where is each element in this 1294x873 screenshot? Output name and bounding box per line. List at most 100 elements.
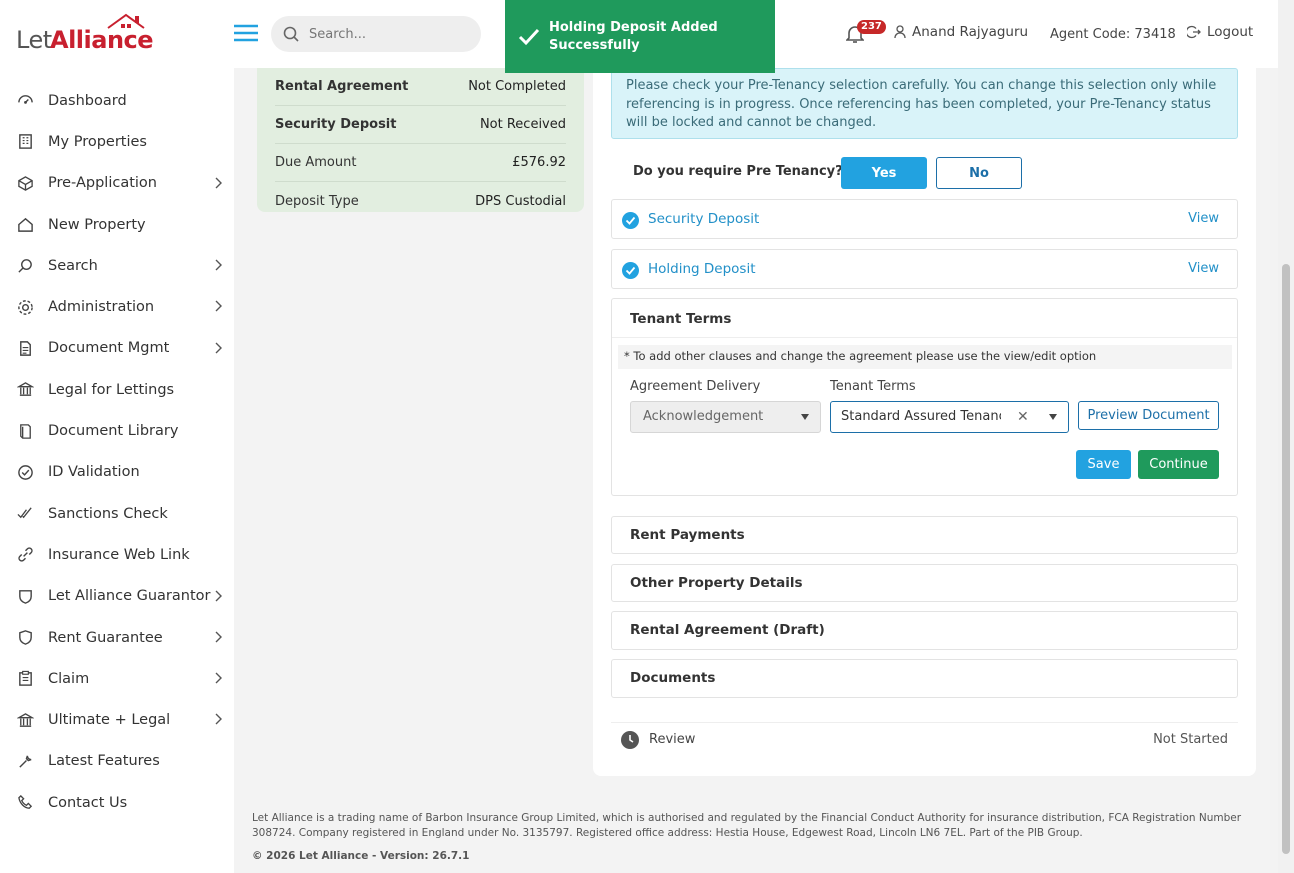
sidebar-item-contact-us[interactable]: Contact Us bbox=[0, 782, 234, 823]
clipboard-icon bbox=[16, 670, 34, 688]
sidebar-item-id-validation[interactable]: ID Validation bbox=[0, 452, 234, 493]
tenant-terms-title[interactable]: Tenant Terms bbox=[630, 311, 731, 327]
search-icon bbox=[16, 257, 34, 275]
agent-code: Agent Code: 73418 bbox=[1050, 27, 1176, 42]
sidebar-item-label: Claim bbox=[48, 670, 90, 687]
review-row[interactable]: Review Not Started bbox=[611, 722, 1238, 756]
tenancy-summary-card: Rental Agreement Not Completed Security D… bbox=[257, 68, 584, 212]
footer: Let Alliance is a trading name of Barbon… bbox=[252, 811, 1252, 864]
sidebar-nav: Dashboard My Properties Pre-Application New… bbox=[0, 80, 234, 823]
footer-legal-text: Let Alliance is a trading name of Barbon… bbox=[252, 812, 1242, 839]
sidebar-item-label: Sanctions Check bbox=[48, 505, 168, 522]
sidebar: Let Alliance Dashboard My Properties Pre-A… bbox=[0, 0, 234, 873]
logout-link[interactable]: Logout bbox=[1187, 24, 1253, 40]
continue-button[interactable]: Continue bbox=[1138, 450, 1219, 479]
sidebar-item-document-mgmt[interactable]: Document Mgmt bbox=[0, 328, 234, 369]
toast-message: Holding Deposit Added Successfully bbox=[549, 19, 718, 53]
summary-key: Security Deposit bbox=[275, 117, 397, 132]
rent-payments-title: Rent Payments bbox=[630, 527, 745, 543]
sidebar-item-latest-features[interactable]: Latest Features bbox=[0, 741, 234, 782]
sidebar-item-let-alliance-guarantor[interactable]: Let Alliance Guarantor bbox=[0, 576, 234, 617]
summary-row: Due Amount £576.92 bbox=[275, 144, 566, 182]
user-profile[interactable]: Anand Rajyaguru bbox=[894, 24, 1028, 40]
double-check-icon bbox=[16, 505, 34, 523]
let-alliance-logo[interactable]: Let Alliance bbox=[16, 12, 156, 54]
other-property-details-title: Other Property Details bbox=[630, 575, 803, 591]
tenancy-steps-card: Please check your Pre-Tenancy selection … bbox=[593, 68, 1256, 776]
summary-key: Deposit Type bbox=[275, 193, 359, 209]
sidebar-item-label: Rent Guarantee bbox=[48, 629, 163, 646]
search-input[interactable] bbox=[309, 26, 469, 42]
sidebar-item-my-properties[interactable]: My Properties bbox=[0, 121, 234, 162]
logo-let: Let bbox=[16, 26, 52, 54]
success-toast: Holding Deposit Added Successfully bbox=[505, 0, 775, 73]
check-icon bbox=[518, 28, 540, 45]
sidebar-item-sanctions-check[interactable]: Sanctions Check bbox=[0, 493, 234, 534]
menu-toggle-icon[interactable] bbox=[233, 20, 259, 46]
rent-payments-section[interactable]: Rent Payments bbox=[611, 516, 1238, 554]
sidebar-item-label: Pre-Application bbox=[48, 175, 157, 192]
holding-deposit-section[interactable]: Holding Deposit View bbox=[611, 249, 1238, 289]
sidebar-item-claim[interactable]: Claim bbox=[0, 658, 234, 699]
tenant-terms-select[interactable]: Standard Assured Tenancy ✕ bbox=[830, 401, 1069, 433]
tenant-terms-value: Standard Assured Tenancy bbox=[841, 409, 1001, 424]
agreement-delivery-select[interactable]: Acknowledgement bbox=[630, 401, 821, 433]
home-icon bbox=[16, 216, 34, 234]
sidebar-item-search[interactable]: Search bbox=[0, 245, 234, 286]
sidebar-item-administration[interactable]: Administration bbox=[0, 286, 234, 327]
chevron-down-icon[interactable] bbox=[1049, 414, 1057, 420]
sidebar-item-label: ID Validation bbox=[48, 464, 140, 481]
sidebar-item-label: Insurance Web Link bbox=[48, 546, 190, 563]
holding-deposit-view-link[interactable]: View bbox=[1188, 261, 1219, 276]
sidebar-item-legal-for-lettings[interactable]: Legal for Lettings bbox=[0, 369, 234, 410]
scrollbar-thumb[interactable] bbox=[1282, 264, 1290, 854]
save-button[interactable]: Save bbox=[1076, 450, 1131, 479]
sidebar-item-ultimate-legal[interactable]: Ultimate + Legal bbox=[0, 699, 234, 740]
security-deposit-title: Security Deposit bbox=[648, 211, 760, 227]
sidebar-item-dashboard[interactable]: Dashboard bbox=[0, 80, 234, 121]
rental-agreement-title: Rental Agreement (Draft) bbox=[630, 622, 825, 638]
bank-icon bbox=[16, 381, 34, 399]
agreement-delivery-label: Agreement Delivery bbox=[630, 379, 761, 394]
review-label: Review bbox=[649, 732, 696, 747]
sidebar-item-document-library[interactable]: Document Library bbox=[0, 410, 234, 451]
sidebar-item-rent-guarantee[interactable]: Rent Guarantee bbox=[0, 617, 234, 658]
pre-tenancy-yes-button[interactable]: Yes bbox=[841, 157, 927, 189]
chevron-right-icon bbox=[214, 259, 222, 271]
chevron-right-icon bbox=[214, 713, 222, 725]
chevron-right-icon bbox=[214, 177, 222, 189]
clock-icon bbox=[621, 731, 639, 749]
pre-tenancy-question: Do you require Pre Tenancy? bbox=[633, 164, 843, 179]
rental-agreement-section[interactable]: Rental Agreement (Draft) bbox=[611, 611, 1238, 650]
sidebar-item-label: Document Mgmt bbox=[48, 340, 170, 357]
other-property-details-section[interactable]: Other Property Details bbox=[611, 564, 1238, 602]
summary-key: Rental Agreement bbox=[275, 79, 409, 94]
sidebar-item-label: Document Library bbox=[48, 423, 179, 440]
sidebar-item-new-property[interactable]: New Property bbox=[0, 204, 234, 245]
sidebar-item-label: Dashboard bbox=[48, 92, 127, 109]
user-name: Anand Rajyaguru bbox=[912, 24, 1029, 40]
review-status: Not Started bbox=[1153, 732, 1228, 747]
building-icon bbox=[16, 133, 34, 151]
security-deposit-section[interactable]: Security Deposit View bbox=[611, 199, 1238, 239]
footer-version: © 2026 Let Alliance - Version: 26.7.1 bbox=[252, 850, 470, 862]
sidebar-item-label: New Property bbox=[48, 216, 146, 233]
divider bbox=[612, 337, 1237, 338]
sidebar-item-insurance-web-link[interactable]: Insurance Web Link bbox=[0, 534, 234, 575]
sidebar-item-pre-application[interactable]: Pre-Application bbox=[0, 163, 234, 204]
search-box[interactable] bbox=[271, 16, 481, 52]
holding-deposit-title: Holding Deposit bbox=[648, 261, 756, 277]
summary-row: Rental Agreement Not Completed bbox=[275, 68, 566, 106]
preview-document-button[interactable]: Preview Document bbox=[1078, 401, 1219, 430]
wrench-icon bbox=[16, 752, 34, 770]
user-icon bbox=[894, 25, 906, 39]
house-logo-icon bbox=[107, 13, 145, 29]
link-icon bbox=[16, 546, 34, 564]
clear-selection-icon[interactable]: ✕ bbox=[1017, 409, 1029, 425]
notification-count-badge: 237 bbox=[857, 20, 886, 34]
documents-section[interactable]: Documents bbox=[611, 659, 1238, 698]
check-circle-icon bbox=[16, 463, 34, 481]
sidebar-item-label: Contact Us bbox=[48, 794, 128, 811]
pre-tenancy-no-button[interactable]: No bbox=[936, 157, 1022, 189]
security-deposit-view-link[interactable]: View bbox=[1188, 211, 1219, 226]
